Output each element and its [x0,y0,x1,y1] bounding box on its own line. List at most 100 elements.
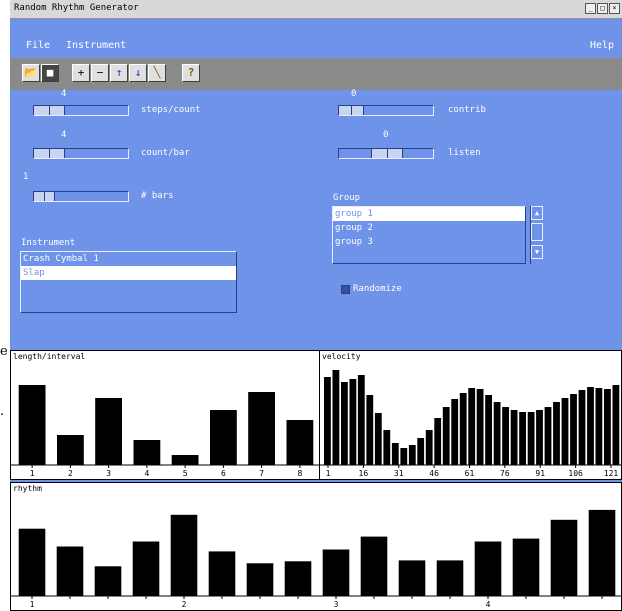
bar[interactable] [408,445,416,465]
bar[interactable] [519,412,526,465]
bar[interactable] [133,440,161,465]
bar[interactable] [493,402,501,465]
bar[interactable] [425,430,433,465]
bar[interactable] [56,546,84,597]
bar[interactable] [595,388,603,465]
rhythm-chart[interactable]: 1 2 3 4 [11,483,621,610]
move-up-icon[interactable]: ↑ [110,64,128,82]
bar[interactable] [391,443,399,465]
group-list-item[interactable]: group 1 [333,207,525,221]
bar[interactable] [417,438,425,465]
bar[interactable] [349,379,357,465]
bar[interactable] [434,418,442,465]
bar[interactable] [171,455,199,465]
help-icon[interactable]: ? [182,64,200,82]
add-icon[interactable]: + [72,64,90,82]
scroll-up-icon[interactable]: ▲ [531,206,543,220]
velocity-panel[interactable]: velocity 1 16 31 46 61 76 91 106 121 [319,350,622,480]
bars-slider[interactable] [33,191,129,202]
save-disk-icon[interactable]: ■ [41,64,59,82]
bar[interactable] [374,413,382,465]
instrument-list-item[interactable]: Crash Cymbal 1 [21,252,236,266]
bar[interactable] [95,398,122,465]
bar[interactable] [341,382,348,465]
randomize-label[interactable]: Randomize [353,284,402,294]
bar[interactable] [18,528,46,596]
bar[interactable] [588,509,616,596]
bar[interactable] [322,549,350,597]
length-interval-panel[interactable]: length/interval 12345678 [10,350,320,480]
window-title: Random Rhythm Generator [14,3,139,13]
bar[interactable] [398,560,426,596]
contrib-value: 0 [351,89,357,99]
move-down-icon[interactable]: ↓ [129,64,147,82]
bar[interactable] [459,393,467,465]
bar[interactable] [536,410,543,465]
group-list-item[interactable]: group 2 [333,221,525,235]
bar[interactable] [527,412,535,465]
open-folder-icon[interactable]: 📂 [22,64,40,82]
title-bar[interactable]: Random Rhythm Generator _ □ × [10,0,622,19]
bar[interactable] [246,563,274,596]
bar[interactable] [561,398,569,465]
velocity-chart[interactable]: 1 16 31 46 61 76 91 106 121 [320,351,621,479]
bar[interactable] [210,410,237,465]
remove-icon[interactable]: − [91,64,109,82]
menu-help[interactable]: Help [590,40,614,51]
bar[interactable] [544,407,552,465]
bar[interactable] [612,385,620,465]
scroll-down-icon[interactable]: ▼ [531,245,543,259]
bar[interactable] [550,519,578,596]
bar[interactable] [474,541,502,597]
menu-instrument[interactable]: Instrument [66,40,126,51]
bar[interactable] [360,536,388,596]
bar[interactable] [502,407,509,465]
group-scrollbar[interactable]: ▲ ▼ [530,206,543,264]
listen-slider[interactable] [338,148,434,159]
bar[interactable] [94,566,122,596]
bar[interactable] [485,395,492,465]
bar[interactable] [57,435,84,465]
bar[interactable] [357,375,365,465]
bar[interactable] [332,370,340,465]
instrument-list[interactable]: Crash Cymbal 1 Slap [20,251,237,313]
bar[interactable] [18,385,46,465]
bar[interactable] [442,407,450,465]
bar[interactable] [400,448,408,465]
bar[interactable] [383,430,391,465]
bar[interactable] [248,392,275,465]
group-list[interactable]: group 1 group 2 group 3 [332,206,526,264]
bar[interactable] [553,402,560,465]
length-interval-chart[interactable]: 1 2 3 4 5 6 7 8 [11,351,319,479]
contrib-slider[interactable] [338,105,434,116]
bar[interactable] [284,561,312,596]
bar[interactable] [366,395,374,465]
bar[interactable] [476,389,484,465]
bar[interactable] [451,399,459,465]
wand-icon[interactable]: ╲ [148,64,166,82]
scroll-thumb[interactable] [531,223,543,241]
bar[interactable] [587,387,594,465]
bar[interactable] [578,390,586,465]
bar[interactable] [324,377,331,465]
bar[interactable] [132,541,160,597]
minimize-button[interactable]: _ [585,3,596,14]
group-list-item[interactable]: group 3 [333,235,525,249]
bar[interactable] [170,514,198,596]
bar[interactable] [604,389,611,465]
count-bar-slider[interactable] [33,148,129,159]
bar[interactable] [570,394,577,465]
instrument-list-item[interactable]: Slap [21,266,236,280]
bar[interactable] [436,560,464,596]
randomize-checkbox[interactable] [341,285,350,294]
bar[interactable] [208,551,236,596]
rhythm-panel[interactable]: rhythm 1234 [10,482,622,611]
bar[interactable] [468,388,476,465]
steps-count-slider[interactable] [33,105,129,116]
maximize-button[interactable]: □ [597,3,608,14]
bar[interactable] [286,420,314,465]
bar[interactable] [512,538,540,596]
bar[interactable] [510,410,518,465]
close-button[interactable]: × [609,3,620,14]
menu-file[interactable]: File [26,40,50,51]
